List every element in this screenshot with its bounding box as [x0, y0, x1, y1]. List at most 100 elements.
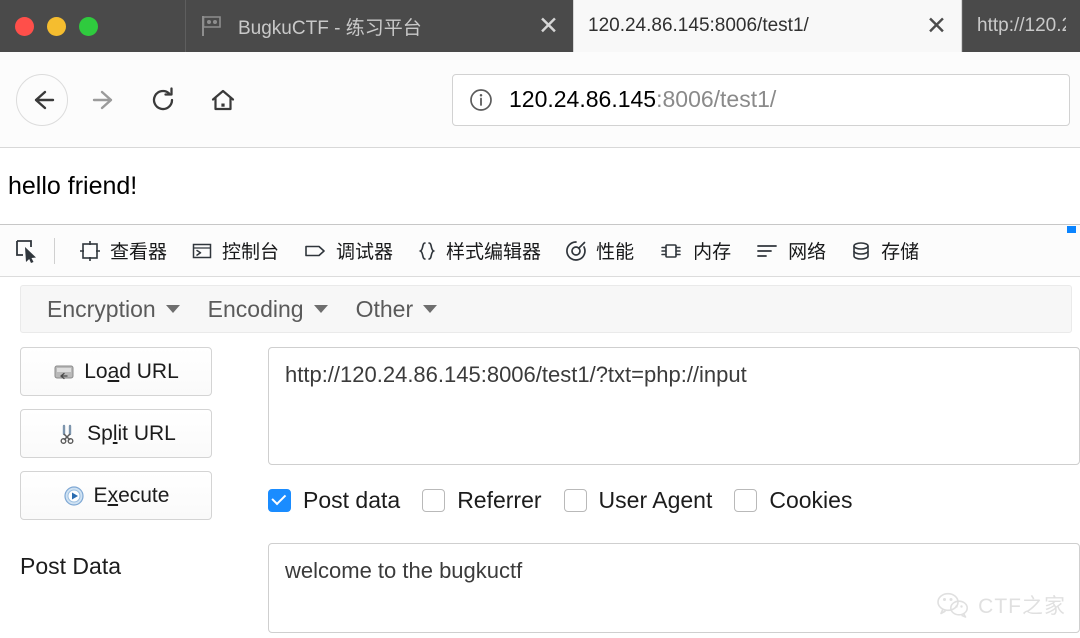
flag-icon — [202, 16, 221, 36]
reload-button[interactable] — [140, 77, 186, 123]
url-input[interactable]: http://120.24.86.145:8006/test1/?txt=php… — [268, 347, 1080, 465]
chevron-down-icon — [313, 305, 328, 313]
forward-arrow-icon — [92, 90, 113, 109]
back-arrow-icon — [34, 90, 55, 109]
devtools-tab-memory[interactable]: 内存 — [646, 225, 743, 276]
post-data-wrapper: welcome to the bugkuctf — [244, 543, 1080, 633]
execute-button[interactable]: Execute — [20, 471, 212, 520]
style-editor-icon — [418, 241, 436, 260]
info-circle-icon[interactable] — [469, 88, 493, 112]
post-data-checkbox[interactable] — [268, 488, 291, 512]
devtools-tab-label: 控制台 — [222, 242, 280, 263]
hackbar-menu-label: Encoding — [207, 295, 304, 322]
devtools-tab-label: 样式编辑器 — [446, 242, 542, 263]
network-icon — [757, 244, 777, 257]
hackbar-menubar: Encryption Encoding Other — [20, 285, 1072, 333]
user-agent-checkbox[interactable] — [563, 488, 587, 512]
close-tab-button[interactable]: ✕ — [522, 13, 559, 39]
devtools-tab-label: 存储 — [881, 242, 920, 263]
address-bar-text: 120.24.86.145:8006/test1/ — [509, 86, 776, 113]
load-url-label: Load URL — [84, 359, 179, 383]
console-icon — [192, 243, 212, 258]
post-data-checkbox-row[interactable]: Post data — [268, 487, 400, 514]
tab-title: http://120.2 — [977, 15, 1066, 36]
hackbar-menu-label: Encryption — [47, 295, 156, 322]
chevron-down-icon — [165, 305, 180, 313]
referrer-checkbox-label: Referrer — [457, 486, 542, 513]
devtools-tab-label: 查看器 — [110, 242, 168, 263]
devtools-tab-label: 性能 — [596, 242, 635, 263]
user-agent-checkbox-row[interactable]: User Agent — [563, 486, 713, 514]
hackbar-main-row: Load URL Split URL Execute http://120.24… — [0, 333, 1080, 533]
devtools-tab-label: 内存 — [693, 242, 732, 263]
page-body-text: hello friend! — [8, 171, 138, 200]
home-icon — [211, 89, 235, 110]
url-path: :8006/test1/ — [656, 86, 777, 112]
devtools-tab-style-editor[interactable]: 样式编辑器 — [405, 225, 553, 276]
hackbar-url-section: http://120.24.86.145:8006/test1/?txt=php… — [244, 347, 1080, 533]
cookies-checkbox[interactable] — [734, 488, 758, 512]
browser-tab-active[interactable]: 120.24.86.145:8006/test1/ ✕ — [573, 0, 962, 52]
hackbar-post-data-row: Post Data welcome to the bugkuctf — [0, 533, 1080, 633]
split-url-label: Split URL — [87, 421, 176, 445]
user-agent-checkbox-label: User Agent — [598, 486, 713, 513]
close-tab-button[interactable]: ✕ — [910, 13, 947, 39]
home-button[interactable] — [200, 77, 246, 123]
devtools-status-indicator — [1067, 226, 1076, 233]
url-host: 120.24.86.145 — [509, 86, 657, 112]
tab-title: BugkuCTF - 练习平台 — [238, 17, 422, 39]
chevron-down-icon — [423, 305, 438, 313]
debugger-icon — [305, 245, 325, 256]
devtools-tab-storage[interactable]: 存储 — [838, 225, 931, 276]
forward-button[interactable] — [82, 77, 128, 123]
back-button[interactable] — [16, 73, 68, 126]
hackbar-menu-encryption[interactable]: Encryption — [33, 296, 194, 323]
zoom-window-button[interactable] — [79, 16, 98, 36]
minimize-window-button[interactable] — [47, 16, 66, 36]
browser-tab-bugkuctf[interactable]: BugkuCTF - 练习平台 ✕ — [185, 0, 573, 52]
post-data-label: Post Data — [20, 553, 121, 579]
reload-icon — [152, 86, 174, 110]
window-controls — [0, 0, 185, 52]
devtools-tab-performance[interactable]: 性能 — [553, 225, 646, 276]
hackbar-panel: Encryption Encoding Other Load URL Split… — [0, 285, 1080, 633]
hackbar-action-buttons: Load URL Split URL Execute — [20, 347, 244, 533]
close-window-button[interactable] — [15, 16, 34, 36]
devtools-tab-label: 网络 — [788, 242, 827, 263]
hackbar-menu-label: Other — [355, 295, 414, 322]
devtools-tab-debugger[interactable]: 调试器 — [291, 225, 405, 276]
browser-window: BugkuCTF - 练习平台 ✕ 120.24.86.145:8006/tes… — [0, 0, 1080, 638]
devtools-tab-console[interactable]: 控制台 — [179, 225, 291, 276]
devtools-tab-label: 调试器 — [336, 242, 394, 263]
page-viewport: hello friend! — [0, 148, 1080, 225]
tab-title: 120.24.86.145:8006/test1/ — [588, 15, 809, 36]
execute-label: Execute — [93, 483, 170, 507]
devtools-tab-inspector[interactable]: 查看器 — [67, 225, 179, 276]
hackbar-menu-other[interactable]: Other — [342, 296, 452, 323]
post-data-checkbox-label: Post data — [303, 486, 401, 513]
cookies-checkbox-label: Cookies — [769, 486, 853, 513]
address-bar[interactable]: 120.24.86.145:8006/test1/ — [452, 73, 1070, 126]
navigation-toolbar: 120.24.86.145:8006/test1/ — [0, 52, 1080, 148]
tab-bar: BugkuCTF - 练习平台 ✕ 120.24.86.145:8006/tes… — [0, 0, 1080, 52]
toolbar-divider — [54, 237, 55, 264]
memory-icon — [661, 243, 681, 258]
execute-icon — [63, 485, 84, 506]
inspector-icon — [80, 240, 100, 261]
load-url-button[interactable]: Load URL — [20, 347, 212, 396]
hackbar-menu-encoding[interactable]: Encoding — [194, 296, 342, 323]
storage-icon — [853, 241, 869, 260]
cookies-checkbox-row[interactable]: Cookies — [734, 487, 852, 514]
devtools-toolbar: 查看器 控制台 调试器 样式编辑器 性能 内存 网络 存储 — [0, 225, 1080, 277]
post-data-input[interactable]: welcome to the bugkuctf — [268, 543, 1080, 633]
load-url-icon — [54, 365, 74, 379]
split-url-button[interactable]: Split URL — [20, 409, 212, 458]
devtools-tab-network[interactable]: 网络 — [743, 225, 838, 276]
performance-icon — [566, 240, 586, 261]
split-url-icon — [60, 424, 74, 444]
hackbar-options-row: Post data Referrer User Agent Cookies — [268, 477, 1080, 523]
referrer-checkbox-row[interactable]: Referrer — [422, 486, 542, 514]
referrer-checkbox[interactable] — [422, 488, 446, 512]
browser-tab-third[interactable]: http://120.2 — [962, 0, 1080, 52]
element-picker-icon[interactable] — [10, 234, 44, 268]
